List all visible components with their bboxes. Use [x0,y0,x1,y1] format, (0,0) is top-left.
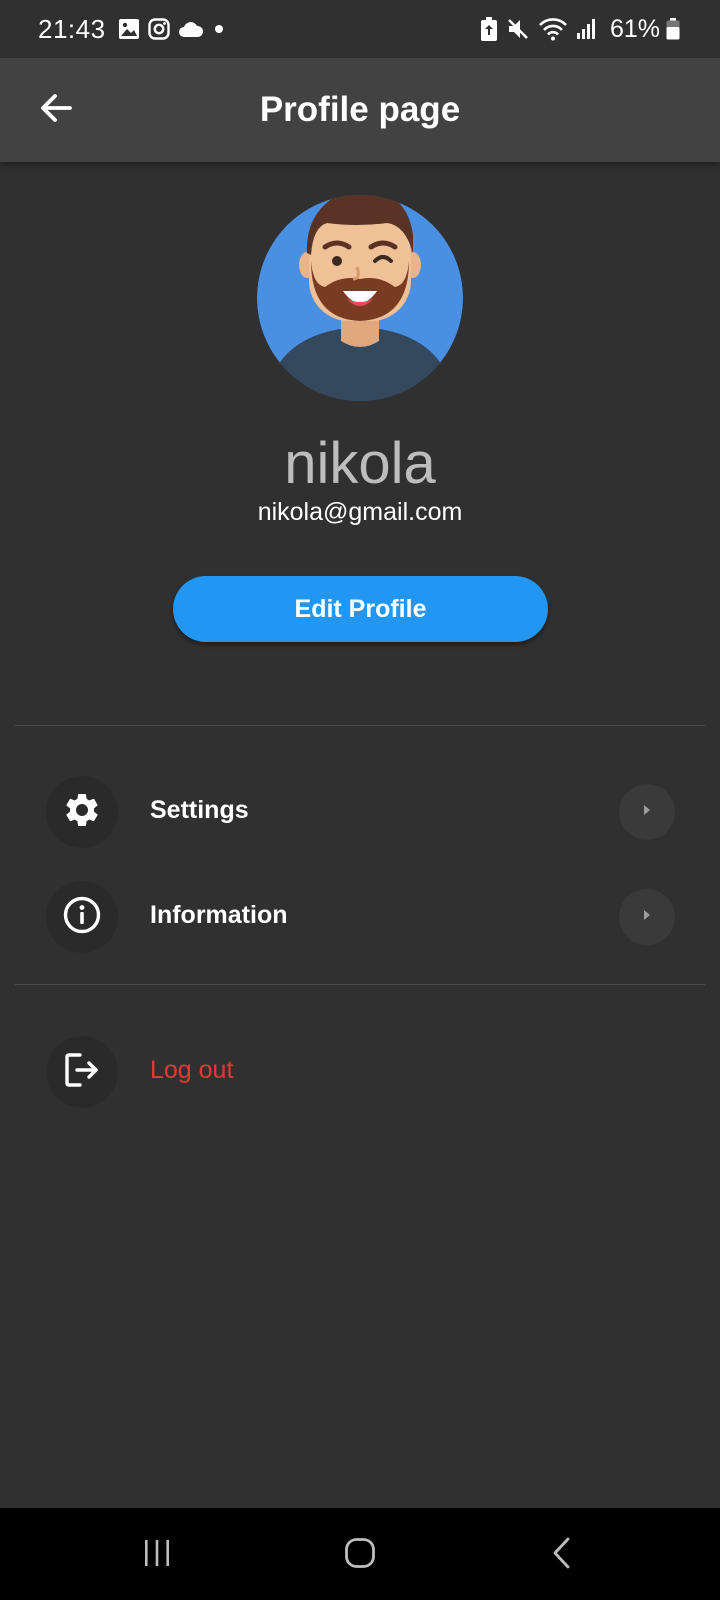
battery-saver-icon [480,17,498,41]
system-nav-bar [0,1508,720,1600]
menu-label-logout: Log out [150,1056,234,1084]
menu-item-information[interactable]: Information [0,877,720,957]
system-back-button[interactable] [532,1530,592,1580]
menu-item-settings[interactable]: Settings [0,772,720,852]
information-chevron-button[interactable] [619,889,675,945]
logout-icon [62,1050,102,1095]
back-button[interactable] [30,84,82,136]
info-icon [62,895,102,940]
arrow-back-icon [39,93,73,128]
recents-button[interactable] [127,1530,187,1580]
menu-item-logout[interactable]: Log out [0,1032,720,1112]
menu-label-information: Information [150,901,288,929]
user-email: nikola@gmail.com [257,498,463,526]
dot-icon [212,22,226,36]
battery-icon [666,18,680,40]
app-bar: Profile page [0,58,720,162]
gallery-icon [118,18,140,40]
battery-percent: 61% [609,14,660,43]
status-time: 21:43 [38,13,106,44]
instagram-icon [147,18,170,40]
logout-icon-circle [46,1036,118,1108]
gear-icon [62,790,102,835]
user-name: nikola [284,431,436,496]
avatar [257,195,463,401]
chevron-right-icon [641,803,653,822]
signal-icon [576,18,596,40]
home-icon [344,1537,376,1574]
edit-profile-button[interactable]: Edit Profile [173,576,548,642]
home-button[interactable] [330,1530,390,1580]
divider [15,725,705,726]
recents-icon [142,1539,172,1572]
divider [15,984,705,985]
settings-icon-circle [46,776,118,848]
information-icon-circle [46,881,118,953]
status-bar: 21:43 61% [0,0,720,58]
page-title: Profile page [259,90,461,129]
settings-chevron-button[interactable] [619,784,675,840]
menu-label-settings: Settings [150,796,249,824]
cloud-icon [178,20,204,38]
back-icon [551,1537,573,1574]
wifi-icon [538,17,568,41]
chevron-right-icon [641,908,653,927]
mute-icon [506,17,530,41]
